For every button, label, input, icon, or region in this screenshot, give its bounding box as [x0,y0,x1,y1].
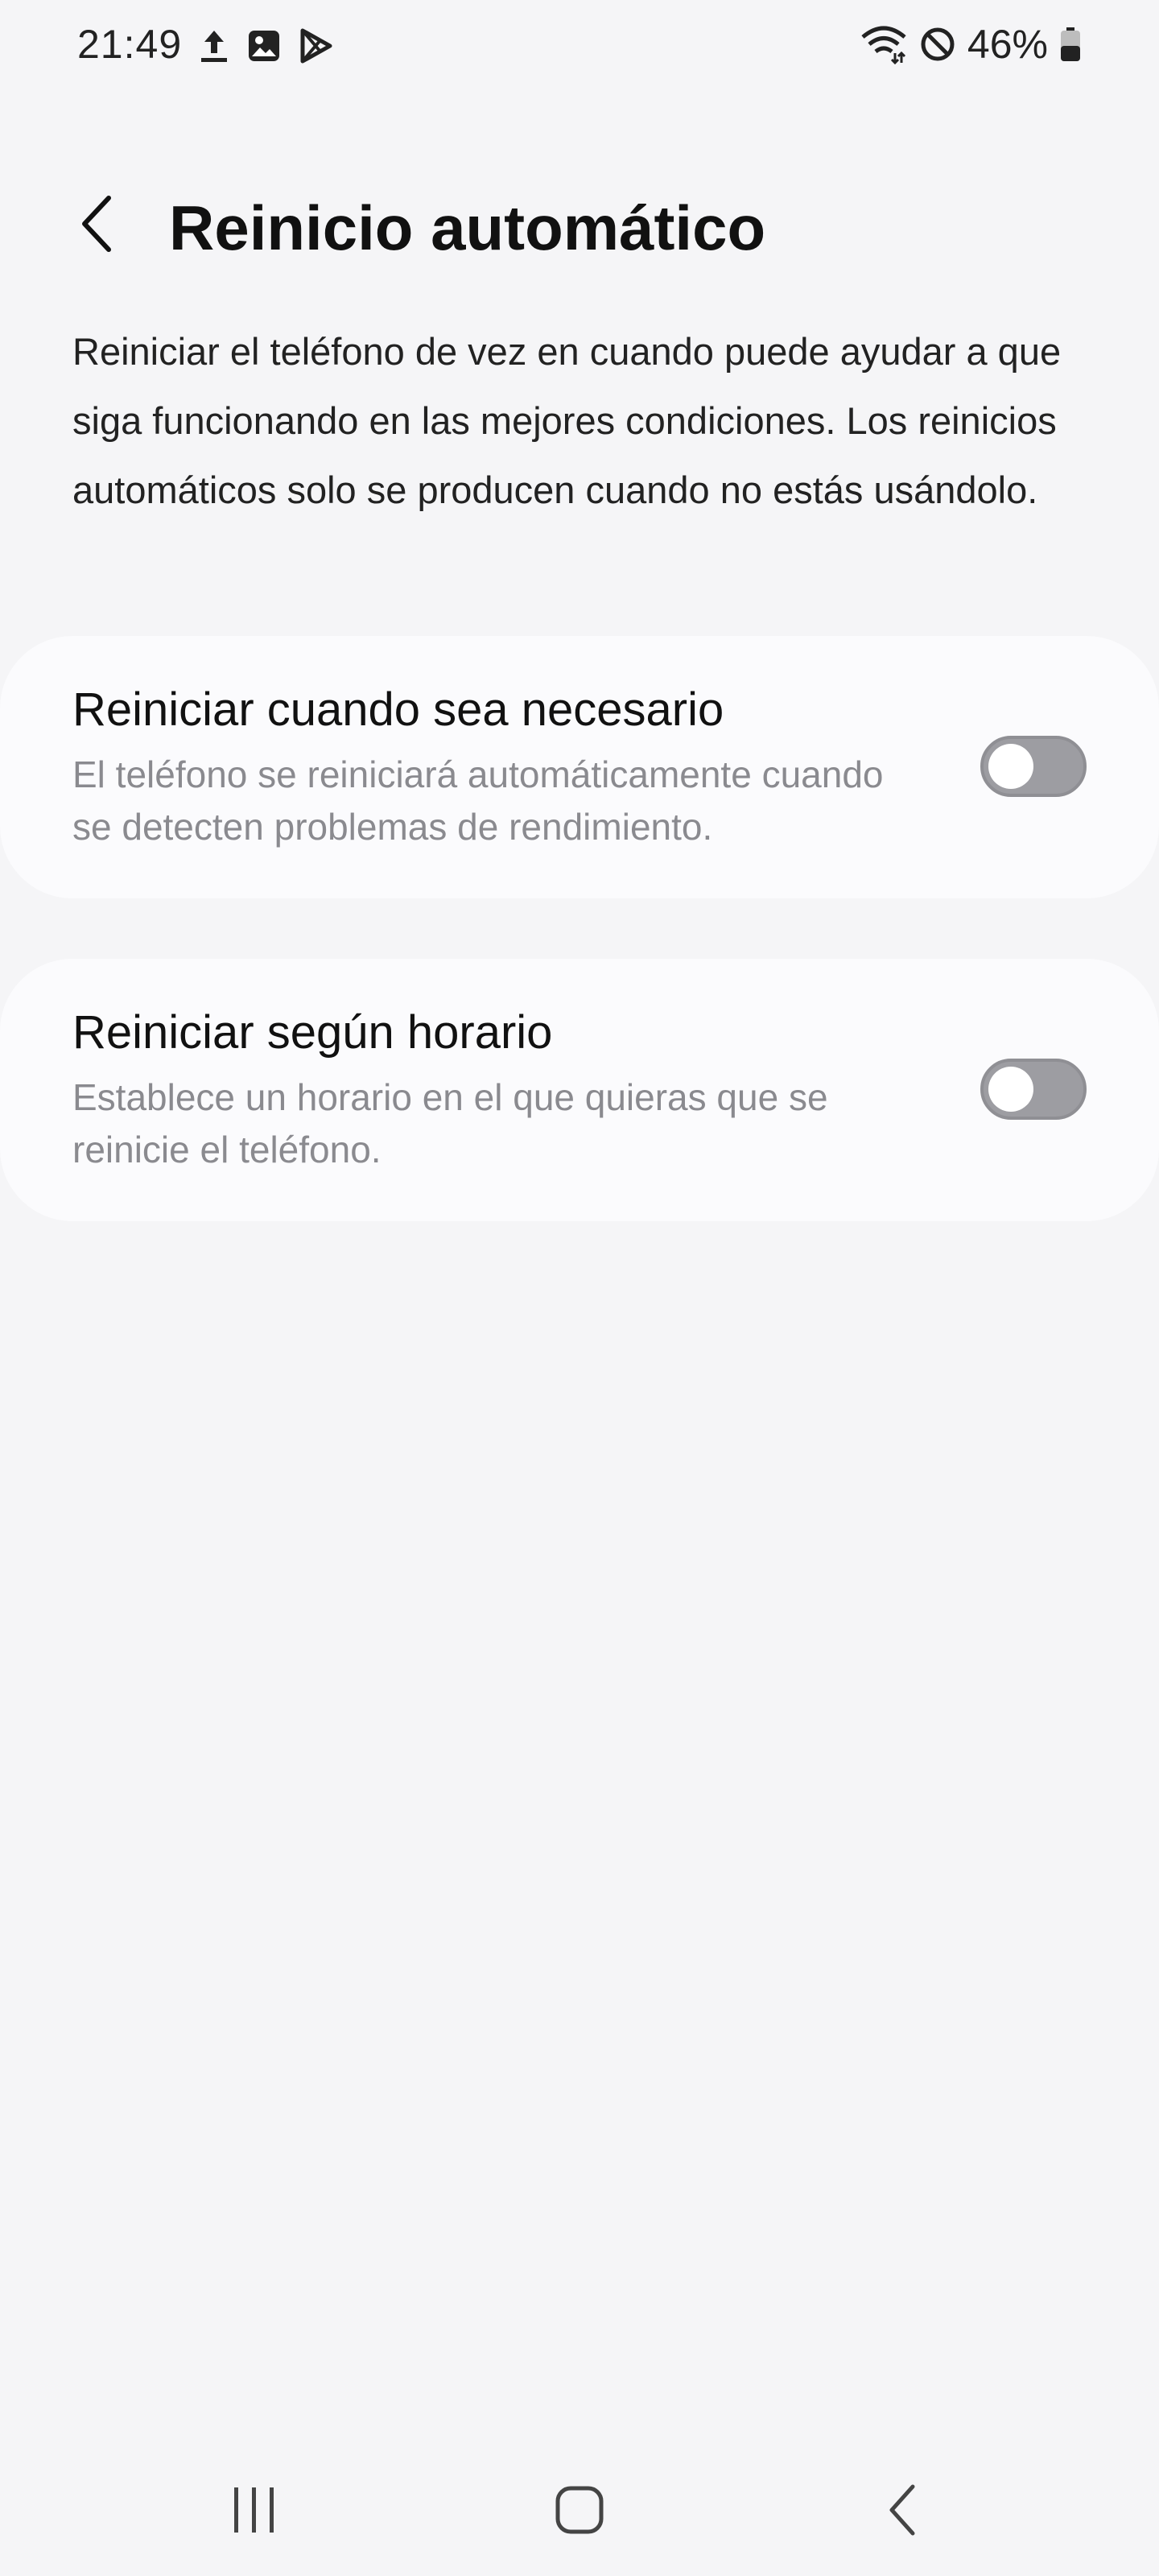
page-title: Reinicio automático [169,192,766,263]
do-not-disturb-icon [919,26,956,63]
back-button[interactable] [64,193,129,258]
recents-icon [226,2486,283,2538]
status-bar: 21:49 46% [0,0,1159,97]
setting-description: Establece un horario en el que quieras q… [72,1076,828,1170]
play-store-icon [298,27,335,64]
setting-restart-on-schedule[interactable]: Reiniciar según horario Establece un hor… [0,959,1159,1221]
restart-when-needed-toggle[interactable] [980,736,1087,797]
setting-description: El teléfono se reiniciará automáticament… [72,753,884,848]
back-icon [885,2483,921,2541]
navigation-bar [0,2439,1159,2576]
app-bar: Reinicio automático [0,177,1159,274]
home-icon [554,2484,605,2540]
home-button[interactable] [539,2471,620,2552]
setting-title: Reiniciar según horario [72,1006,553,1059]
upload-icon [198,27,230,64]
notification-icons [198,27,335,64]
wifi-icon [860,24,908,64]
page-description: Reiniciar el teléfono de vez en cuando p… [72,330,1062,511]
nav-back-button[interactable] [863,2471,943,2552]
chevron-left-icon [76,193,117,258]
image-icon [246,28,282,64]
restart-on-schedule-toggle[interactable] [980,1059,1087,1120]
system-status-icons: 46% [860,21,1082,68]
toggle-knob [988,1067,1033,1112]
toggle-knob [988,744,1033,789]
setting-restart-when-needed[interactable]: Reiniciar cuando sea necesario El teléfo… [0,636,1159,898]
status-time: 21:49 [77,22,183,67]
battery-percentage: 46% [967,22,1048,67]
recents-button[interactable] [214,2471,295,2552]
battery-icon [1059,26,1082,63]
setting-title: Reiniciar cuando sea necesario [72,683,724,736]
